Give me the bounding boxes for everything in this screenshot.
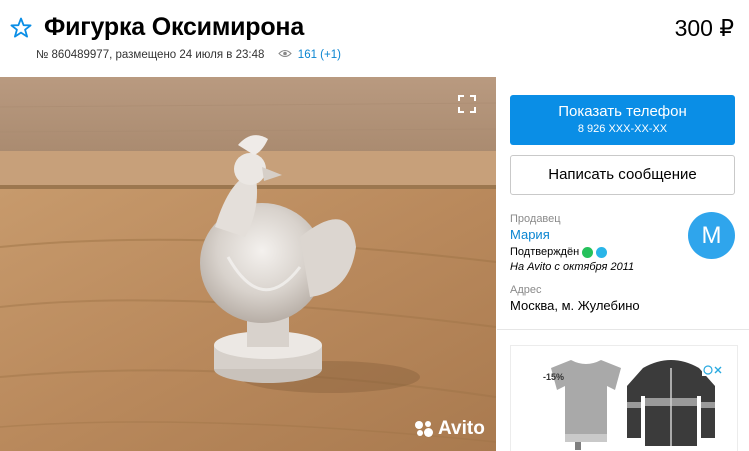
seller-section-label: Продавец — [510, 213, 561, 225]
address-value: Москва, м. Жулебино — [510, 298, 640, 313]
listing-meta: № 860489977, размещено 24 июля в 23:48 1… — [36, 49, 341, 61]
adchoices-icon[interactable] — [702, 363, 724, 376]
watermark-text: Avito — [438, 418, 485, 439]
favorite-star-icon[interactable] — [9, 16, 33, 40]
write-message-button[interactable]: Написать сообщение — [510, 155, 735, 195]
listing-title: Фигурка Оксимирона — [44, 13, 305, 41]
listing-photo[interactable] — [0, 77, 496, 451]
seller-since: На Avito с октября 2011 — [510, 261, 635, 273]
discount-badge: -15% — [543, 372, 565, 382]
seller-verified: Подтверждён — [510, 246, 608, 258]
views-count[interactable]: 161 (+1) — [298, 49, 341, 61]
verified-label: Подтверждён — [510, 246, 580, 258]
show-phone-label: Показать телефон — [558, 103, 687, 120]
phone-number-masked: 8 926 XXX-XX-XX — [577, 123, 668, 135]
listing-page: Фигурка Оксимирона 300 ₽ № 860489977, ра… — [0, 0, 749, 451]
show-phone-button[interactable]: Показать телефон 8 926 XXX-XX-XX — [510, 95, 735, 145]
avito-watermark: Avito — [414, 418, 485, 440]
fullscreen-icon[interactable] — [456, 93, 478, 115]
section-divider — [497, 329, 749, 330]
avito-logo-icon — [415, 421, 433, 437]
whatsapp-icon — [582, 246, 594, 258]
ad-banner[interactable] — [510, 345, 738, 451]
seller-avatar[interactable]: М — [688, 212, 735, 259]
address-section-label: Адрес — [510, 284, 542, 296]
seller-name-link[interactable]: Мария — [510, 227, 550, 242]
listing-price: 300 ₽ — [674, 15, 734, 41]
viber-icon — [596, 246, 608, 258]
eye-icon — [277, 50, 292, 58]
listing-id-date: № 860489977, размещено 24 июля в 23:48 — [36, 49, 265, 61]
